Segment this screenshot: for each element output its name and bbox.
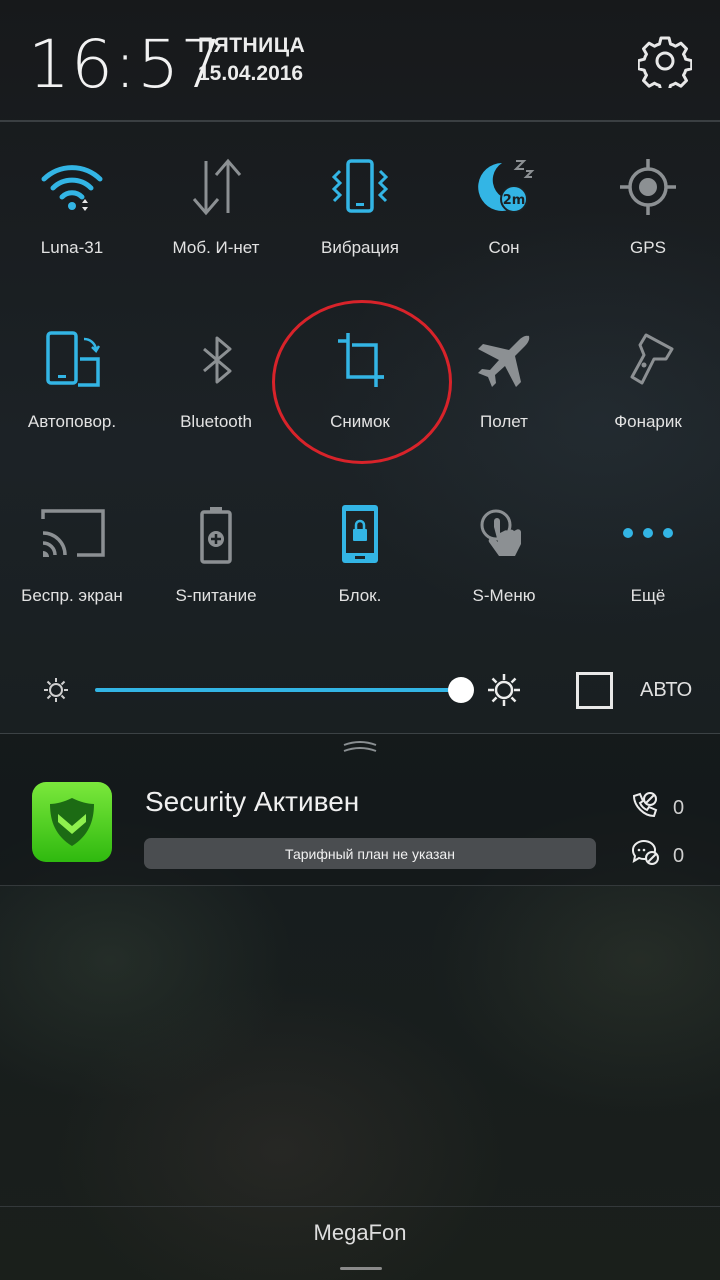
- toggle-bluetooth[interactable]: Bluetooth: [144, 304, 288, 464]
- toggle-label: Вибрация: [321, 238, 399, 257]
- toggle-gps[interactable]: GPS: [576, 130, 720, 290]
- toggle-airplane[interactable]: Полет: [432, 304, 576, 464]
- date-label: 15.04.2016: [198, 62, 304, 85]
- highlight-annotation-circle: [272, 300, 452, 464]
- toggle-flashlight[interactable]: Фонарик: [576, 304, 720, 464]
- tariff-plan-status: Тарифный план не указан: [144, 838, 596, 869]
- date-block: ПЯТНИЦА 15.04.2016: [198, 34, 305, 86]
- flashlight-icon: [613, 326, 683, 396]
- cast-screen-icon: [37, 500, 107, 570]
- auto-brightness-label: АВТО: [640, 679, 693, 701]
- calls-blocked-count: 0: [673, 797, 685, 819]
- sms-blocked-icon: [630, 838, 660, 868]
- toggle-label: Фонарик: [614, 412, 682, 431]
- more-dots-icon: [613, 500, 683, 570]
- toggle-label: S-Меню: [472, 586, 536, 605]
- toggle-battery-saver[interactable]: S-питание: [144, 478, 288, 638]
- toggle-label: Блок.: [338, 586, 382, 605]
- sms-blocked-count: 0: [673, 845, 685, 867]
- toggle-sleep[interactable]: 2m Сон: [432, 130, 576, 290]
- bluetooth-icon: [181, 326, 251, 396]
- toggle-label: S-питание: [175, 586, 257, 605]
- battery-saver-icon: [181, 500, 251, 570]
- toggle-label: GPS: [630, 238, 666, 257]
- clock-time: 16:57: [28, 26, 224, 103]
- header-divider: [0, 120, 720, 122]
- toggle-label: Моб. И-нет: [172, 238, 260, 257]
- vibration-icon: [325, 152, 395, 222]
- sleep-badge-text: 2m: [503, 193, 526, 208]
- status-header: 16:57 ПЯТНИЦА 15.04.2016: [0, 0, 720, 120]
- carrier-label: MegaFon: [313, 1220, 407, 1245]
- call-blocked-icon: [630, 790, 660, 820]
- auto-brightness-checkbox[interactable]: [576, 672, 613, 709]
- sleep-icon: 2m: [469, 152, 539, 222]
- notification-title: Security Активен: [145, 786, 360, 817]
- touch-menu-icon: [469, 500, 539, 570]
- gps-icon: [613, 152, 683, 222]
- toggle-label: Беспр. экран: [21, 586, 123, 605]
- toggle-wifi[interactable]: Luna-31: [0, 130, 144, 290]
- airplane-icon: [469, 326, 539, 396]
- toggle-vibration[interactable]: Вибрация: [288, 130, 432, 290]
- toggle-auto-rotate[interactable]: Автоповор.: [0, 304, 144, 464]
- collapse-handle-icon[interactable]: [342, 738, 378, 754]
- notification-divider: [0, 885, 720, 886]
- brightness-slider-track[interactable]: [95, 688, 465, 692]
- toggle-label: Автоповор.: [27, 412, 117, 431]
- toggle-mobile-data[interactable]: Моб. И-нет: [144, 130, 288, 290]
- brightness-slider-thumb[interactable]: [448, 677, 475, 703]
- security-app-shield-icon: [32, 782, 112, 862]
- brightness-high-icon: [486, 672, 522, 708]
- toggle-label: Bluetooth: [180, 412, 252, 431]
- toggle-lock[interactable]: Блок.: [288, 478, 432, 638]
- mobile-data-icon: [181, 152, 251, 222]
- brightness-row: АВТО: [0, 660, 720, 720]
- wifi-icon: [37, 152, 107, 222]
- footer-divider: [0, 1206, 720, 1207]
- toggle-s-menu[interactable]: S-Меню: [432, 478, 576, 638]
- brightness-low-icon: [42, 676, 70, 704]
- toggle-cast-screen[interactable]: Беспр. экран: [0, 478, 144, 638]
- toggle-label: Сон: [488, 238, 520, 257]
- auto-rotate-icon: [37, 326, 107, 396]
- weekday-label: ПЯТНИЦА: [198, 34, 306, 57]
- settings-gear-icon[interactable]: [636, 34, 694, 93]
- toggle-label: Luna-31: [40, 238, 104, 257]
- toggle-label: Полет: [480, 412, 528, 431]
- home-indicator[interactable]: [340, 1267, 382, 1270]
- lock-icon: [325, 500, 395, 570]
- toggle-more[interactable]: Ещё: [576, 478, 720, 638]
- toggle-label: Ещё: [630, 586, 666, 605]
